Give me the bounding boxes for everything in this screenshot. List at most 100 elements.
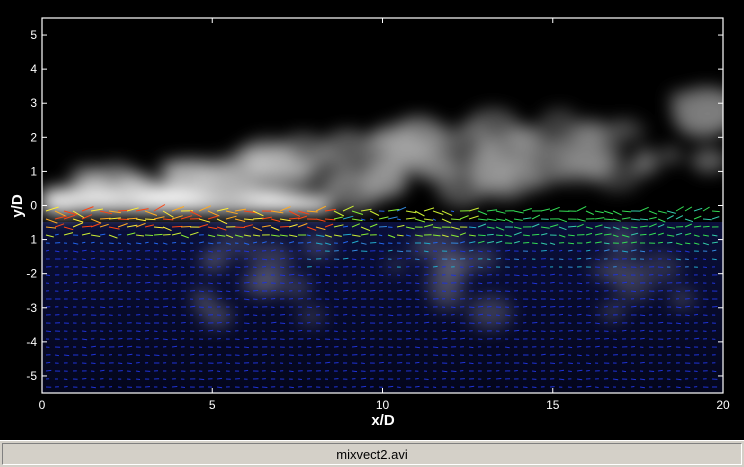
- velocity-vector: [81, 266, 88, 269]
- velocity-vector: [90, 257, 96, 260]
- velocity-vector: [576, 338, 582, 340]
- velocity-vector: [711, 210, 720, 213]
- velocity-vector: [558, 249, 563, 252]
- velocity-vector: [243, 369, 249, 372]
- velocity-vector: [387, 385, 394, 388]
- velocity-vector: [405, 290, 410, 292]
- velocity-vector: [558, 338, 564, 340]
- velocity-vector: [513, 298, 518, 300]
- velocity-vector: [81, 346, 87, 349]
- velocity-vector: [63, 258, 68, 260]
- velocity-vector: [486, 378, 491, 380]
- velocity-vector: [684, 386, 691, 388]
- velocity-vector: [90, 250, 95, 253]
- velocity-vector: [468, 265, 474, 268]
- velocity-vector: [117, 274, 123, 276]
- velocity-vector: [684, 346, 691, 349]
- velocity-vector: [243, 346, 249, 349]
- velocity-vector: [144, 234, 154, 236]
- velocity-vector: [450, 210, 455, 213]
- velocity-vector: [441, 346, 448, 348]
- velocity-vector: [378, 257, 384, 260]
- velocity-vector: [567, 362, 573, 364]
- smoke-blob: [591, 259, 620, 282]
- y-axis-label: y/D: [9, 194, 26, 218]
- smoke-blob: [476, 145, 498, 162]
- velocity-vector: [243, 282, 250, 284]
- velocity-vector: [657, 241, 663, 244]
- velocity-vector: [621, 362, 628, 364]
- velocity-vector: [81, 258, 86, 261]
- velocity-vector: [459, 361, 466, 364]
- velocity-vector: [549, 250, 554, 252]
- y-tick-label: -4: [26, 335, 37, 349]
- velocity-vector: [666, 258, 671, 261]
- smoke-blob: [194, 299, 212, 313]
- velocity-vector: [198, 330, 203, 332]
- velocity-vector: [171, 345, 178, 348]
- velocity-vector: [603, 338, 609, 340]
- velocity-vector: [558, 258, 564, 260]
- velocity-vector: [162, 314, 168, 316]
- velocity-vector: [621, 329, 627, 332]
- velocity-vector: [63, 378, 68, 380]
- smoke-blob: [119, 171, 156, 197]
- velocity-vector: [612, 322, 618, 324]
- velocity-vector: [477, 234, 486, 237]
- velocity-vector: [603, 218, 614, 221]
- velocity-vector: [306, 338, 311, 340]
- velocity-vector: [522, 386, 528, 388]
- velocity-vector: [288, 386, 294, 389]
- velocity-vector: [423, 321, 430, 324]
- velocity-vector: [396, 289, 403, 292]
- velocity-vector: [45, 330, 52, 333]
- velocity-vector: [216, 290, 223, 293]
- plot-region: [42, 18, 723, 393]
- velocity-vector: [108, 242, 114, 244]
- velocity-vector: [666, 250, 673, 253]
- velocity-vector: [351, 314, 356, 316]
- velocity-vector: [216, 338, 221, 340]
- velocity-vector: [612, 274, 618, 276]
- velocity-vector: [243, 337, 249, 340]
- velocity-vector: [702, 266, 707, 268]
- velocity-vector: [414, 378, 419, 380]
- velocity-vector: [135, 330, 141, 332]
- velocity-vector: [207, 282, 213, 285]
- velocity-vector: [432, 265, 438, 268]
- velocity-vector: [270, 330, 277, 332]
- velocity-vector: [234, 226, 246, 228]
- smoke-blob: [613, 271, 654, 303]
- velocity-vector: [495, 314, 500, 316]
- velocity-vector: [198, 290, 204, 293]
- smoke-blob: [468, 295, 512, 330]
- velocity-vector: [135, 281, 141, 284]
- velocity-vector: [126, 217, 138, 220]
- velocity-vector: [549, 362, 556, 364]
- velocity-vector: [450, 314, 455, 316]
- velocity-vector: [153, 330, 158, 332]
- velocity-vector: [144, 330, 150, 332]
- velocity-vector: [693, 337, 700, 340]
- velocity-vector: [162, 338, 168, 341]
- velocity-vector: [252, 289, 259, 292]
- velocity-vector: [369, 290, 376, 292]
- velocity-vector: [54, 233, 59, 236]
- velocity-vector: [360, 354, 366, 356]
- smoke-blob: [277, 152, 317, 180]
- velocity-vector: [540, 353, 546, 356]
- smoke-blob: [669, 288, 695, 309]
- x-tick-label: 20: [716, 398, 730, 412]
- velocity-vector: [567, 314, 572, 316]
- velocity-vector: [369, 218, 374, 221]
- smoke-blob: [604, 225, 640, 254]
- velocity-vector: [315, 282, 321, 284]
- velocity-vector: [180, 322, 186, 324]
- x-axis-label: x/D: [371, 412, 395, 429]
- velocity-vector: [63, 306, 68, 308]
- smoke-blob: [539, 132, 614, 185]
- velocity-vector: [315, 338, 320, 340]
- velocity-vector: [225, 330, 231, 333]
- velocity-vector: [279, 322, 286, 324]
- smoke-blob: [350, 161, 405, 199]
